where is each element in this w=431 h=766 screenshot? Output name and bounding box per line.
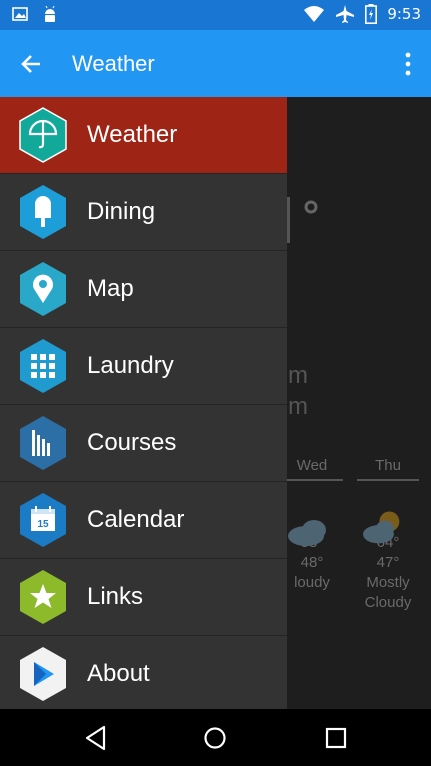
drawer-item-courses[interactable]: Courses	[0, 405, 287, 482]
drawer-item-about[interactable]: About	[0, 636, 287, 709]
drawer-item-laundry[interactable]: Laundry	[0, 328, 287, 405]
arrow-left-icon[interactable]	[18, 50, 46, 78]
forecast-condition: Mostly Cloudy	[364, 574, 412, 611]
drawer-item-dining[interactable]: Dining	[0, 174, 287, 251]
forecast-low: 47°	[376, 554, 400, 571]
drawer-item-label: Calendar	[87, 506, 185, 533]
map-pin-icon	[20, 262, 66, 316]
drawer-item-links[interactable]: Links	[0, 559, 287, 636]
courses-icon	[20, 416, 66, 470]
drawer-item-map[interactable]: Map	[0, 251, 287, 328]
recents-square-icon[interactable]	[324, 725, 348, 751]
battery-icon	[365, 4, 378, 24]
drawer-item-label: Map	[87, 275, 134, 302]
android-icon	[45, 6, 55, 22]
forecast-condition: loudy	[294, 574, 330, 591]
system-nav-bar	[0, 709, 431, 766]
partial-text-1: m	[288, 362, 308, 389]
drawer-item-label: Links	[87, 583, 144, 610]
forecast-day: Wed	[281, 457, 343, 481]
app-bar-title: Weather	[72, 51, 155, 76]
status-time: 9:53	[387, 5, 421, 23]
status-bar: 9:53	[0, 0, 431, 30]
forecast-day: Thu	[357, 457, 419, 481]
back-triangle-icon[interactable]	[84, 725, 108, 751]
navigation-drawer: Weather Dining Map Laundry Courses 15 Ca…	[0, 97, 287, 709]
app-bar: Weather	[0, 30, 431, 97]
airplane-icon	[336, 5, 355, 23]
umbrella-icon	[19, 107, 67, 163]
drawer-item-label: Weather	[87, 121, 178, 148]
grid-icon	[20, 339, 66, 393]
drawer-item-weather[interactable]: Weather	[0, 97, 287, 174]
degree-icon	[304, 200, 318, 214]
drawer-item-label: Courses	[87, 429, 177, 456]
drawer-item-label: Laundry	[87, 352, 174, 379]
image-icon	[12, 7, 28, 21]
drawer-item-calendar[interactable]: 15 Calendar	[0, 482, 287, 559]
wifi-icon	[304, 6, 325, 22]
home-circle-icon[interactable]	[203, 725, 227, 751]
cloud-icon	[288, 520, 326, 546]
forecast-low: 48°	[300, 554, 324, 571]
drawer-item-label: Dining	[87, 198, 156, 225]
partly-cloudy-icon	[363, 511, 400, 544]
more-vert-icon[interactable]	[405, 52, 411, 76]
calendar-icon: 15	[20, 493, 66, 547]
partial-text-2: m	[288, 393, 308, 420]
drawer-item-label: About	[87, 660, 150, 687]
play-icon	[20, 647, 66, 701]
star-icon	[20, 570, 66, 624]
calendar-day: 15	[37, 519, 49, 530]
popsicle-icon	[20, 185, 66, 239]
